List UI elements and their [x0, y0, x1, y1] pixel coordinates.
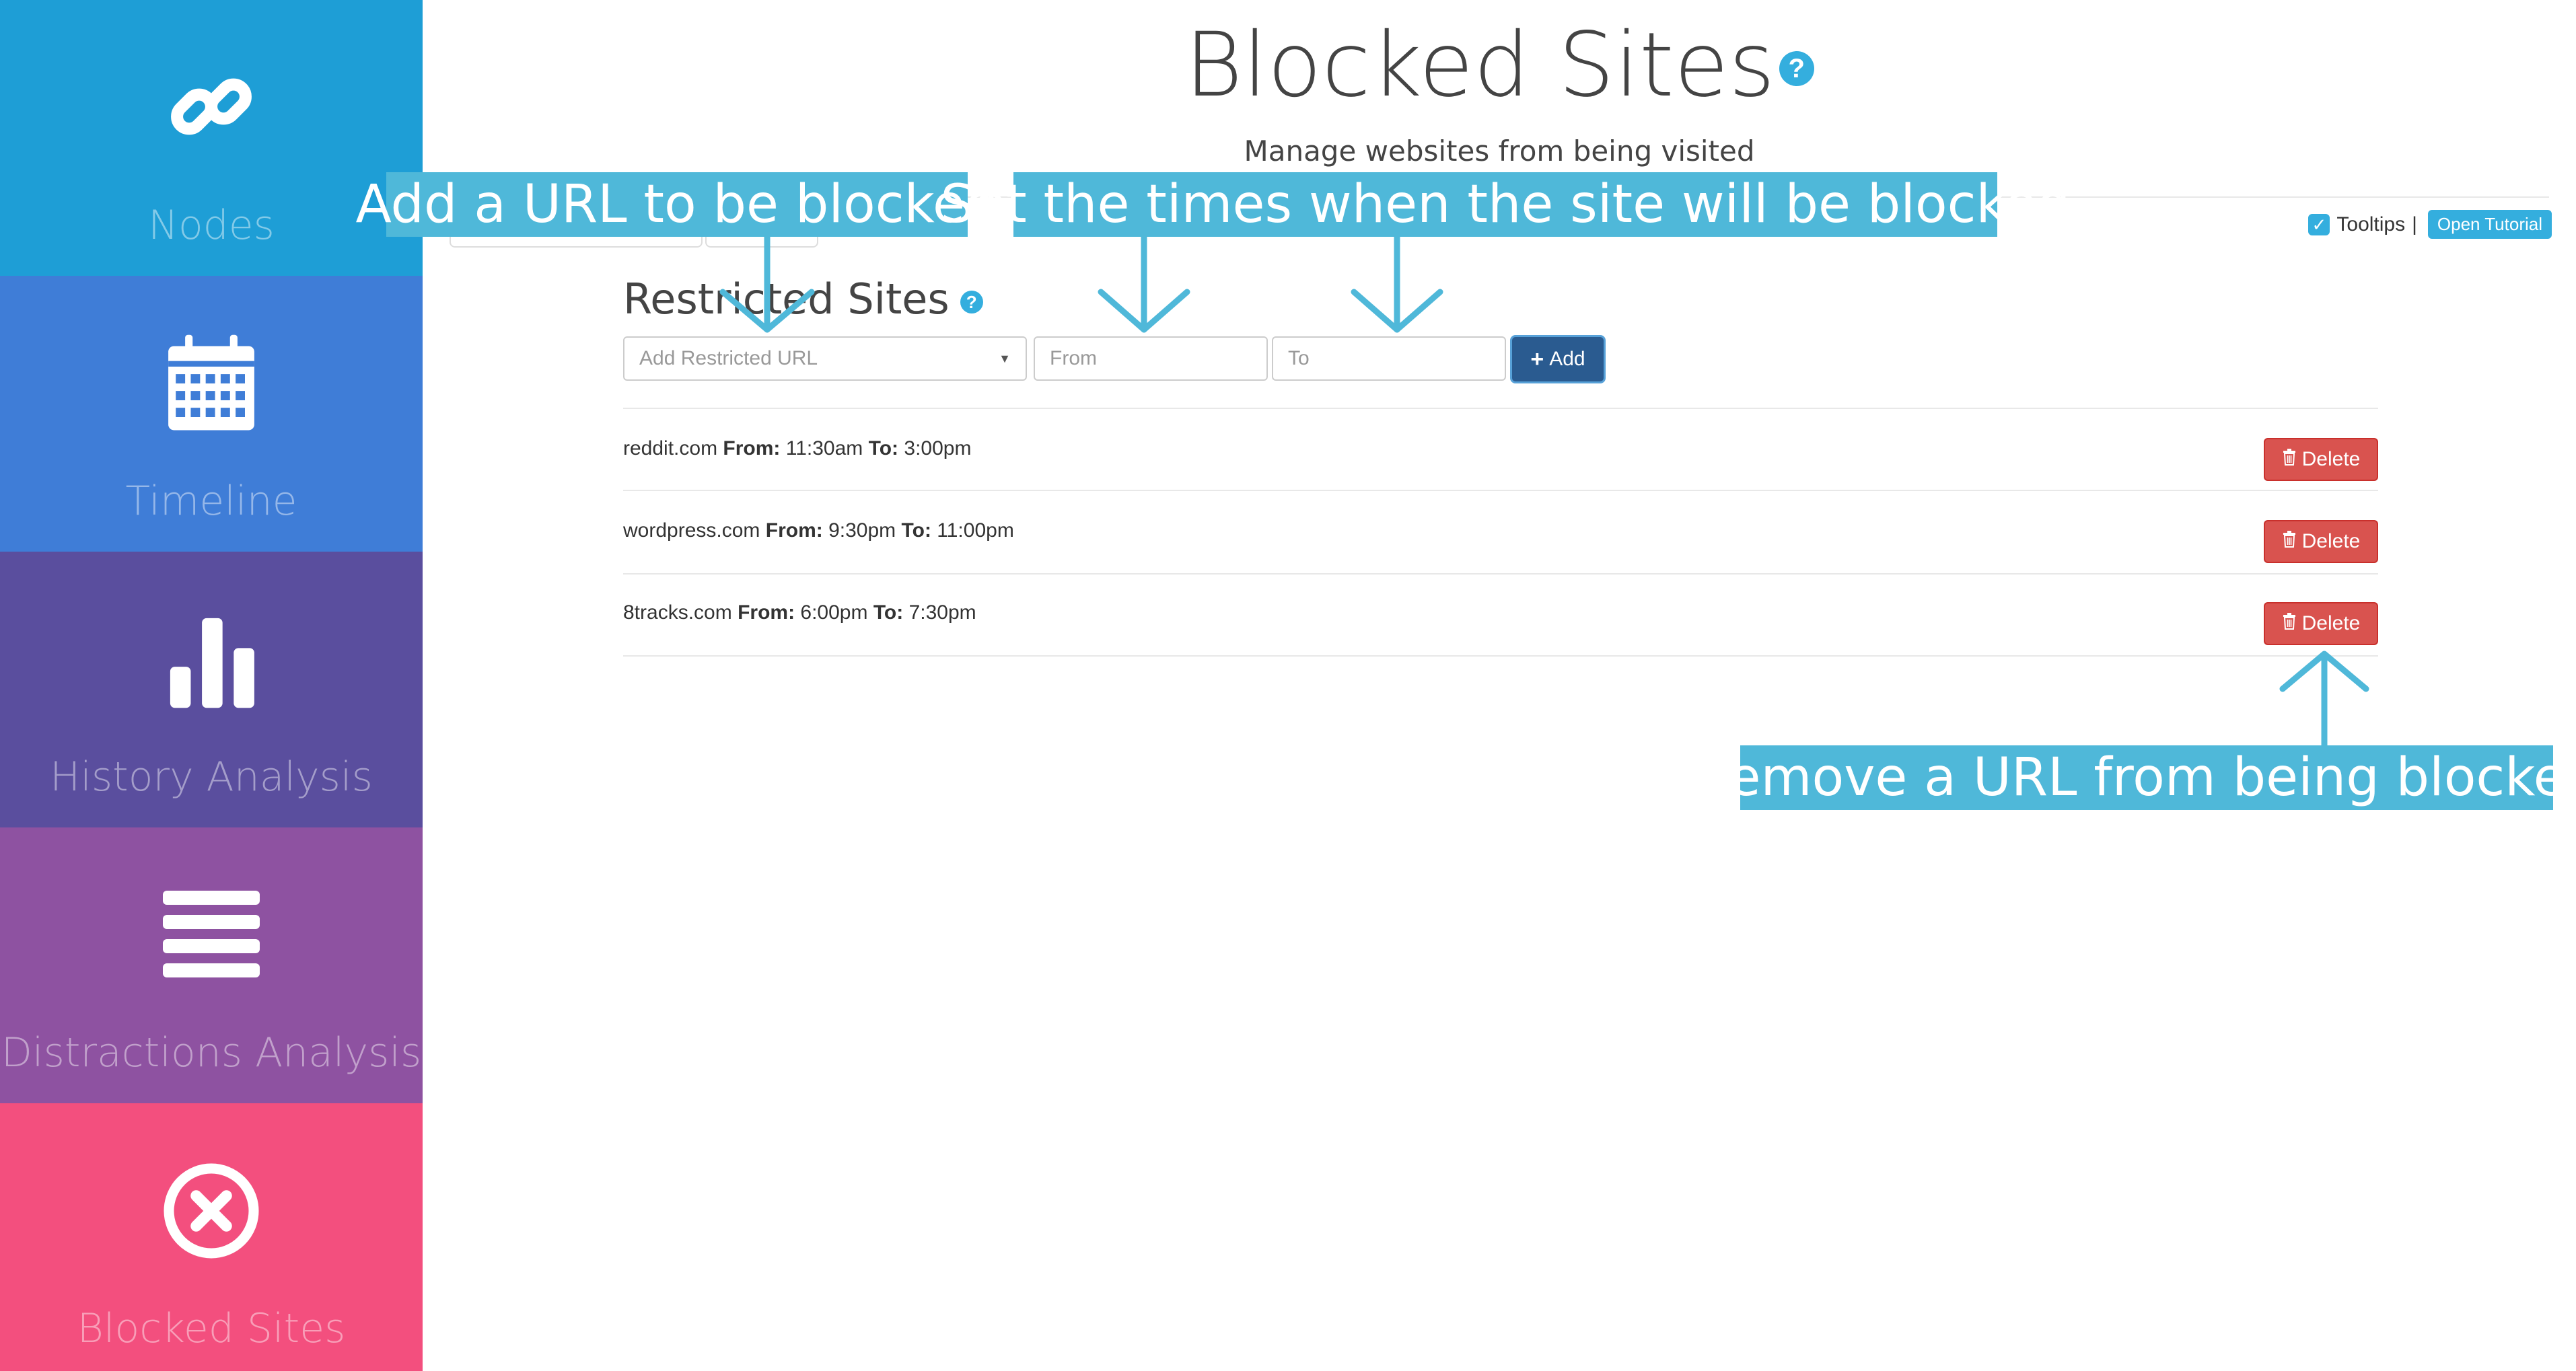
from-time: 6:00pm [800, 601, 868, 624]
plus-icon: + [1530, 346, 1544, 372]
restricted-url-select[interactable]: Add Restricted URL ▼ [623, 336, 1027, 381]
to-label: To: [901, 519, 931, 542]
tooltips-toggle: ✓ Tooltips | Open Tutorial [2308, 210, 2552, 239]
page-title-text: Blocked Sites [1184, 13, 1775, 117]
from-label: From: [765, 519, 823, 542]
sidebar-item-label: Timeline [125, 478, 297, 525]
delete-button[interactable]: Delete [2264, 602, 2378, 645]
delete-label: Delete [2301, 612, 2361, 634]
from-time-input[interactable]: From [1034, 336, 1268, 381]
site-url: wordpress.com [623, 519, 760, 542]
site-url: 8tracks.com [623, 601, 732, 624]
section-title: Restricted Sites? [623, 274, 983, 324]
divider [623, 655, 2378, 657]
from-placeholder: From [1050, 347, 1097, 369]
divider [623, 408, 2378, 409]
site-url: reddit.com [623, 437, 718, 459]
to-label: To: [873, 601, 904, 624]
from-time: 9:30pm [828, 519, 896, 542]
caret-down-icon: ▼ [999, 351, 1011, 365]
sidebar-item-timeline[interactable]: Timeline [0, 276, 423, 552]
to-time-input[interactable]: To [1272, 336, 1506, 381]
to-placeholder: To [1288, 347, 1310, 369]
section-title-text: Restricted Sites [623, 274, 950, 324]
sidebar-item-label: Blocked Sites [77, 1305, 346, 1352]
divider [623, 573, 2378, 575]
url-placeholder: Add Restricted URL [639, 347, 818, 369]
close-circle-icon [144, 1144, 279, 1278]
separator: | [2412, 213, 2417, 235]
sidebar-item-blocked-sites[interactable]: Blocked Sites [0, 1103, 423, 1371]
divider [623, 490, 2378, 491]
sidebar-item-label: History Analysis [50, 753, 373, 801]
from-time: 11:30am [785, 437, 863, 459]
from-label: From: [738, 601, 795, 624]
trash-icon [2282, 530, 2297, 553]
delete-button[interactable]: Delete [2264, 520, 2378, 563]
annotation-remove-url: Remove a URL from being blocked [1694, 745, 2576, 810]
table-row: 8tracks.com From: 6:00pm To: 7:30pm [623, 601, 976, 624]
to-time: 7:30pm [908, 601, 976, 624]
help-icon[interactable]: ? [960, 290, 983, 313]
calendar-icon [144, 316, 279, 451]
delete-button[interactable]: Delete [2264, 438, 2378, 481]
tooltips-checkbox[interactable]: ✓ [2308, 213, 2330, 235]
page-subtitle: Manage websites from being visited [1244, 135, 1755, 168]
delete-label: Delete [2301, 530, 2361, 552]
delete-label: Delete [2301, 448, 2361, 470]
tooltips-label: Tooltips [2336, 213, 2406, 235]
link-icon [144, 40, 279, 175]
add-button-label: Add [1549, 348, 1585, 370]
list-icon [144, 868, 279, 1002]
bar-chart-icon [144, 592, 279, 727]
open-tutorial-button[interactable]: Open Tutorial [2427, 210, 2552, 239]
page-title: Blocked Sites? [423, 13, 2576, 117]
table-row: reddit.com From: 11:30am To: 3:00pm [623, 437, 971, 460]
to-time: 3:00pm [904, 437, 972, 459]
from-label: From: [723, 437, 781, 459]
add-button[interactable]: + Add [1510, 335, 1606, 383]
help-icon[interactable]: ? [1779, 50, 1814, 86]
annotation-add-url: Add a URL to be blocked [356, 172, 999, 237]
sidebar-item-label: Distractions Analysis [1, 1029, 422, 1076]
to-time: 11:00pm [937, 519, 1014, 542]
trash-icon [2282, 612, 2297, 635]
table-row: wordpress.com From: 9:30pm To: 11:00pm [623, 519, 1014, 542]
to-label: To: [868, 437, 899, 459]
sidebar-item-distractions-analysis[interactable]: Distractions Analysis [0, 827, 423, 1103]
annotation-set-times: Set the times when the site will be bloc… [941, 172, 2070, 237]
trash-icon [2282, 448, 2297, 471]
sidebar-item-history-analysis[interactable]: History Analysis [0, 552, 423, 827]
